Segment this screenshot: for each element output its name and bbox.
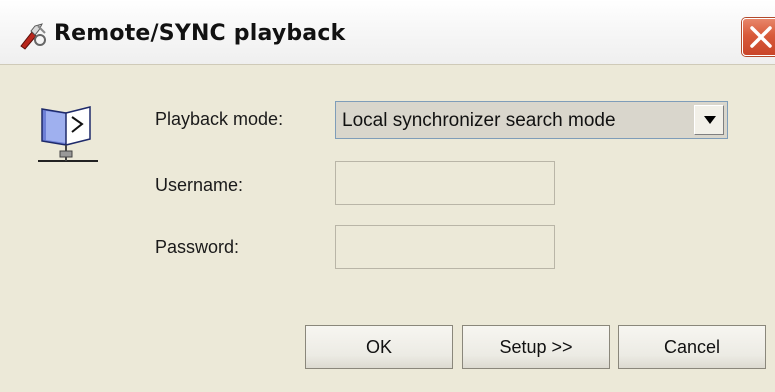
- username-field[interactable]: [335, 161, 555, 205]
- close-button[interactable]: [742, 18, 775, 56]
- tools-icon: [18, 20, 48, 50]
- ok-button[interactable]: OK: [305, 325, 453, 369]
- remote-sync-playback-dialog: Remote/SYNC playback Playback mode: Loca…: [0, 0, 775, 392]
- window-title: Remote/SYNC playback: [54, 21, 346, 46]
- cancel-button[interactable]: Cancel: [618, 325, 766, 369]
- playback-mode-select[interactable]: Local synchronizer search mode: [335, 101, 728, 139]
- playback-mode-value: Local synchronizer search mode: [342, 110, 616, 131]
- password-label: Password:: [155, 237, 240, 257]
- playback-mode-label: Playback mode:: [155, 109, 284, 129]
- chevron-down-icon: [704, 116, 716, 124]
- dialog-body: Playback mode: Local synchronizer search…: [0, 64, 775, 392]
- title-bar[interactable]: Remote/SYNC playback: [0, 0, 775, 64]
- close-icon: [750, 26, 772, 48]
- network-book-icon: [36, 101, 106, 171]
- password-field[interactable]: [335, 225, 555, 269]
- dropdown-arrow-button[interactable]: [694, 105, 724, 135]
- username-label: Username:: [155, 175, 244, 195]
- setup-button[interactable]: Setup >>: [462, 325, 610, 369]
